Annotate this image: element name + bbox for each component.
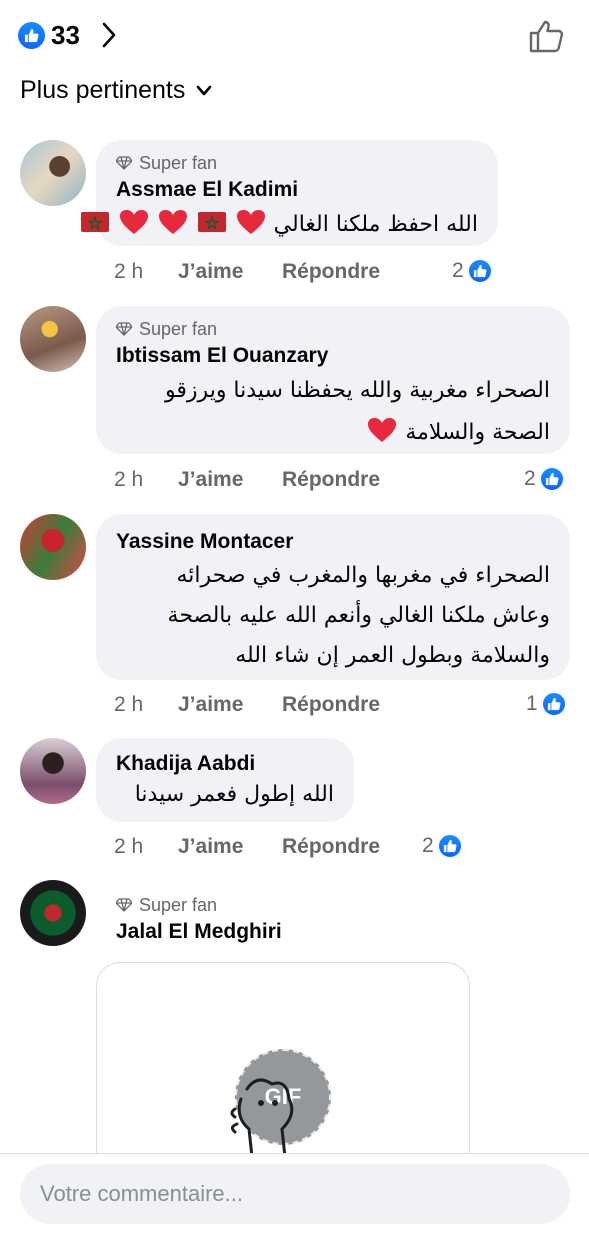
reaction-count: 2 xyxy=(422,834,434,857)
super-fan-badge: Super fan xyxy=(116,152,478,174)
heart-emoji-icon xyxy=(368,418,397,442)
comment-text: الله احفظ ملكنا الغالي xyxy=(80,204,478,246)
comment-header: Super fan Jalal El Medghiri xyxy=(116,894,282,946)
like-icon xyxy=(436,833,463,859)
avatar[interactable] xyxy=(20,140,86,206)
reply-button[interactable]: Répondre xyxy=(282,468,380,492)
like-reaction-icon[interactable] xyxy=(18,22,45,49)
reactions-header: 33 xyxy=(0,0,589,70)
reaction-count: 1 xyxy=(526,692,538,715)
comment-text: الصحراء مغربية والله يحفظنا سيدنا ويرزقو… xyxy=(165,378,550,445)
reaction-count[interactable]: 33 xyxy=(51,20,80,51)
comment-author[interactable]: Yassine Montacer xyxy=(116,528,550,556)
like-comment-button[interactable]: J’aime xyxy=(178,835,282,859)
heart-emoji-icon xyxy=(236,210,265,234)
sort-dropdown[interactable]: Plus pertinents xyxy=(20,76,213,105)
comment-bubble: Super fan Ibtissam El Ouanzary الصحراء م… xyxy=(96,306,570,454)
like-button-icon[interactable] xyxy=(528,18,566,54)
like-icon xyxy=(538,466,565,492)
comment-bubble: Khadija Aabdi الله إطول فعمر سيدنا xyxy=(96,738,354,822)
heart-emoji-icon xyxy=(158,210,187,234)
reply-button[interactable]: Répondre xyxy=(282,693,380,717)
like-icon xyxy=(466,258,493,284)
chevron-down-icon xyxy=(197,85,212,95)
comment-actions: 2 h J’aime Répondre xyxy=(114,257,380,287)
comment-reactions[interactable]: 2 xyxy=(422,831,463,861)
comment-reactions[interactable]: 2 xyxy=(452,256,493,286)
comment-bubble: Yassine Montacer الصحراء في مغربها والمغ… xyxy=(96,514,570,680)
comment-text: الله إطول فعمر سيدنا xyxy=(134,782,334,807)
gif-sketch-icon xyxy=(230,1078,294,1159)
avatar[interactable] xyxy=(20,306,86,372)
comment-author[interactable]: Khadija Aabdi xyxy=(116,750,334,778)
morocco-flag-icon xyxy=(197,212,226,232)
like-comment-button[interactable]: J’aime xyxy=(178,260,282,284)
reaction-count: 2 xyxy=(524,467,536,490)
comment-author[interactable]: Jalal El Medghiri xyxy=(116,918,282,946)
comment-actions: 2 h J’aime Répondre xyxy=(114,690,380,720)
diamond-icon xyxy=(116,322,132,336)
comment-actions: 2 h J’aime Répondre xyxy=(114,465,380,495)
diamond-icon xyxy=(116,156,132,170)
comment-time[interactable]: 2 h xyxy=(114,835,178,859)
super-fan-badge: Super fan xyxy=(116,318,550,340)
comment-bubble: Super fan Assmae El Kadimi الله احفظ ملك… xyxy=(80,140,498,246)
heart-emoji-icon xyxy=(119,210,148,234)
comment-author[interactable]: Assmae El Kadimi xyxy=(116,176,478,204)
like-comment-button[interactable]: J’aime xyxy=(178,693,282,717)
comment-text: الصحراء في مغربها والمغرب في صحرائه وعاش… xyxy=(167,563,550,668)
comment-input[interactable] xyxy=(20,1164,570,1224)
like-comment-button[interactable]: J’aime xyxy=(178,468,282,492)
reply-button[interactable]: Répondre xyxy=(282,835,380,859)
super-fan-badge: Super fan xyxy=(116,894,282,916)
chevron-right-icon[interactable] xyxy=(98,20,120,50)
sort-label: Plus pertinents xyxy=(20,76,186,104)
comment-composer xyxy=(0,1153,589,1234)
reply-button[interactable]: Répondre xyxy=(282,260,380,284)
comment-time[interactable]: 2 h xyxy=(114,693,178,717)
avatar[interactable] xyxy=(20,514,86,580)
like-icon xyxy=(540,691,567,717)
comment-author[interactable]: Ibtissam El Ouanzary xyxy=(116,342,550,370)
comment-time[interactable]: 2 h xyxy=(114,468,178,492)
avatar[interactable] xyxy=(20,880,86,946)
reaction-count: 2 xyxy=(452,259,464,282)
comment-reactions[interactable]: 1 xyxy=(526,689,567,719)
comment-time[interactable]: 2 h xyxy=(114,260,178,284)
comment-reactions[interactable]: 2 xyxy=(524,464,565,494)
diamond-icon xyxy=(116,898,132,912)
comment-actions: 2 h J’aime Répondre xyxy=(114,832,380,862)
avatar[interactable] xyxy=(20,738,86,804)
morocco-flag-icon xyxy=(80,212,109,232)
